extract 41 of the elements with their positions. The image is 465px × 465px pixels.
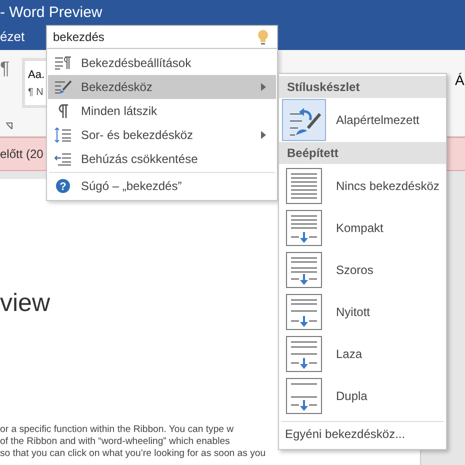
search-field[interactable]: bekezdés [46,25,278,49]
ribbon-tab[interactable]: ézet [0,29,25,44]
paragraph-spacing-icon [286,294,322,330]
spacing-option[interactable]: Nyitott [279,291,446,333]
menu-item[interactable]: ? Súgó – „bekezdés” [48,174,276,198]
paragraph-lines-icon [54,151,72,167]
custom-spacing-link[interactable]: Egyéni bekezdésköz... [279,425,446,443]
paragraph-spacing-icon [286,168,322,204]
paragraph-lines-icon [54,55,72,71]
paragraph-spacing-icon [286,336,322,372]
section-header: Beépített [279,142,446,164]
menu-item[interactable]: Minden látszik [48,99,276,123]
lightbulb-icon [257,29,269,45]
style-sample: Aa. [28,69,45,81]
spacing-option[interactable]: Szoros [279,249,446,291]
spacing-option[interactable]: Kompakt [279,207,446,249]
paragraph-lines-icon [54,79,72,95]
pilcrow-button[interactable]: ¶ [0,58,10,79]
style-name: ¶ N [28,87,44,98]
menu-item[interactable]: Bekezdésbeállítások [48,51,276,75]
spacing-option[interactable]: Laza [279,333,446,375]
spacing-option[interactable]: Dupla [279,375,446,417]
spacing-option[interactable]: Nincs bekezdésköz [279,165,446,207]
body-text: of the Ribbon and with “word-wheeling” which enables [0,436,231,448]
message-text: előtt (20 [0,147,44,161]
menu-item[interactable]: Behúzás csökkentése [48,147,276,171]
paragraph-spacing-icon [286,210,322,246]
paragraph-spacing-icon [286,252,322,288]
menu-item[interactable]: Bekezdésköz [48,75,276,99]
window-title: - Word Preview [0,4,102,23]
paragraph-spacing-icon [286,378,322,414]
menu-item[interactable]: Sor- és bekezdésköz [48,123,276,147]
body-text: or a specific function within the Ribbon. You can type w [0,424,235,436]
body-text: so that you can click on what you’re looking for as soon as you [0,448,267,460]
help-icon: ? [54,178,72,194]
paragraph-lines-icon [54,127,72,143]
dialog-launcher-icon[interactable] [5,122,13,130]
section-header: Stíluskészlet [279,76,446,98]
style-sample: Á [455,72,464,88]
spacing-option[interactable]: Alapértelmezett [279,99,446,141]
document-heading: view [0,289,50,318]
